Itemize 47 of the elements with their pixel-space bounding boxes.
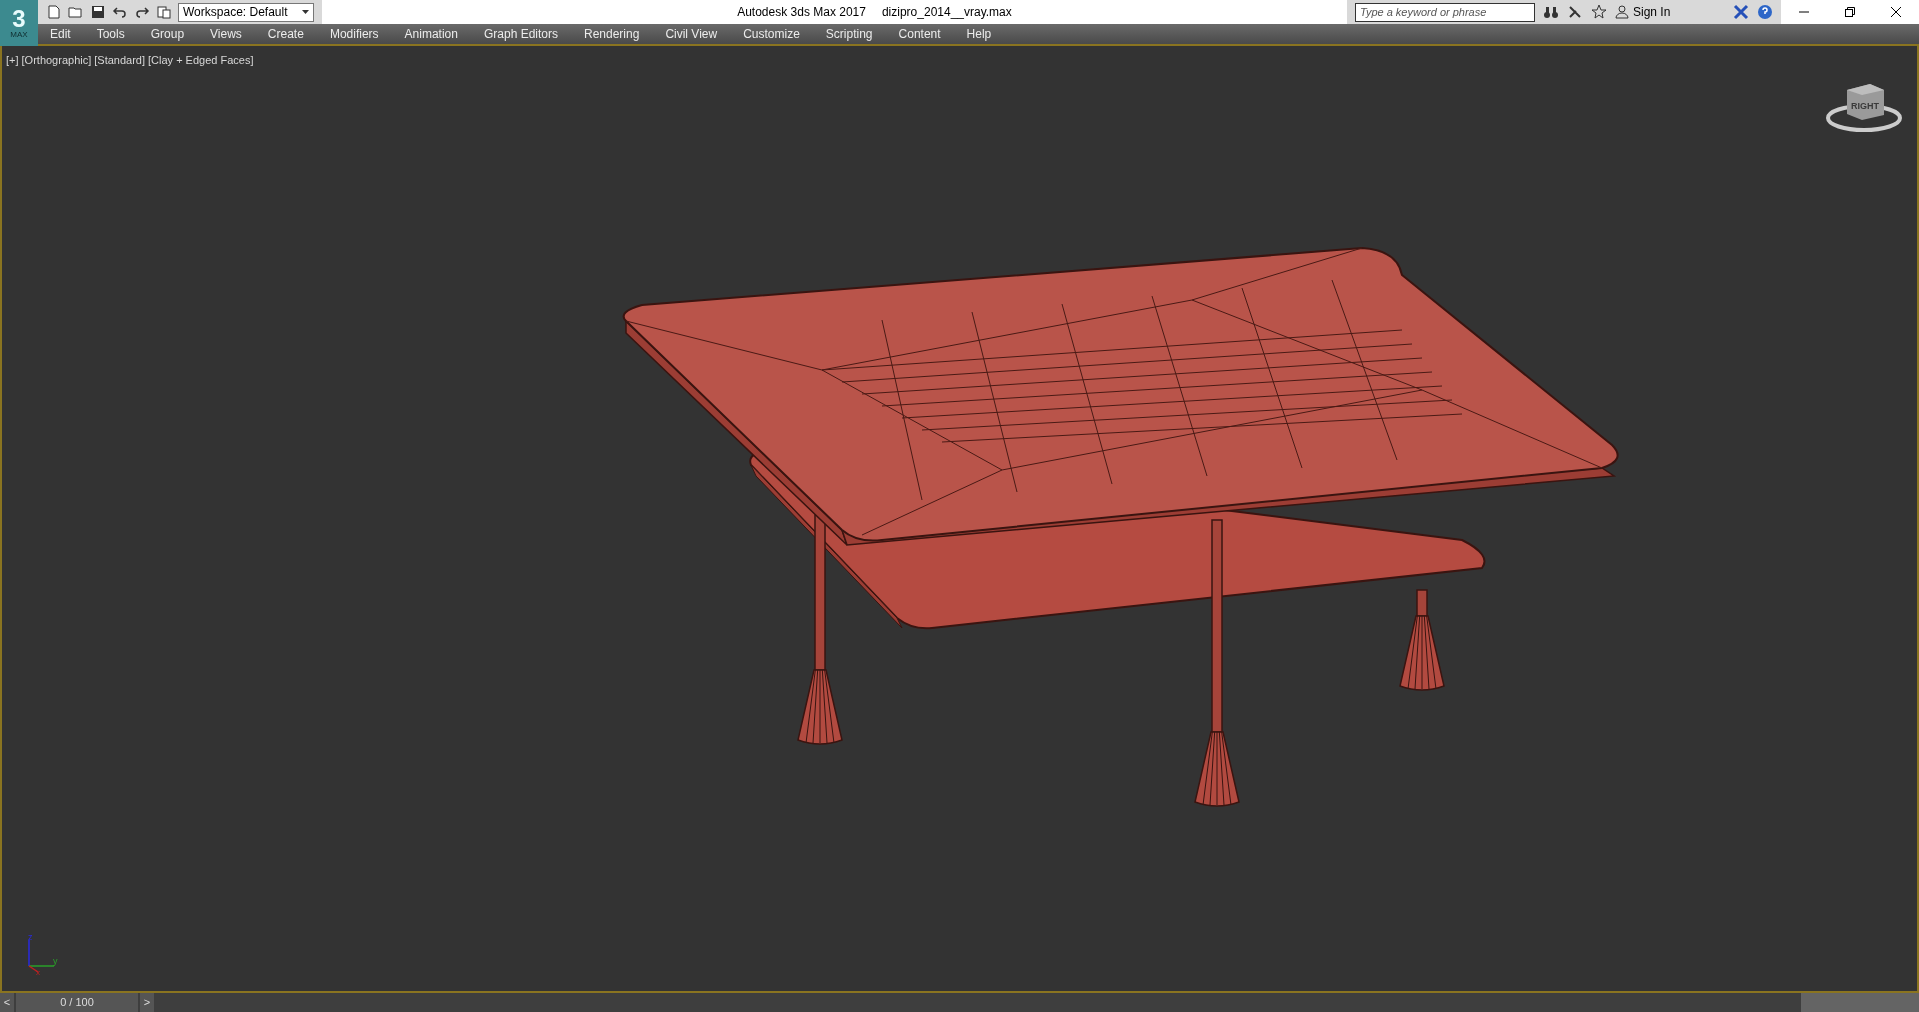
viewport[interactable]: [+] [Orthographic] [Standard] [Clay + Edged Faces] RIGHT z y x [0,46,1919,993]
x-logo-icon[interactable] [1733,4,1749,20]
file-name: dizipro_2014__vray.max [881,4,1012,21]
open-folder-icon[interactable] [68,4,84,20]
user-icon [1615,5,1629,19]
previous-frame-button[interactable]: < [0,993,14,1012]
menu-item[interactable]: Graph Editors [483,25,558,43]
menu-item[interactable]: Rendering [584,25,640,43]
sign-in-button[interactable]: Sign In [1615,3,1725,21]
binoculars-icon[interactable] [1543,4,1559,20]
close-icon [1891,7,1901,17]
menu-item[interactable]: Views [210,25,242,43]
menu-item[interactable]: Help [966,25,992,43]
new-file-icon[interactable] [46,4,62,20]
search-field[interactable]: Type a keyword or phrase [1355,2,1535,22]
restore-icon [1845,7,1855,17]
help-icon[interactable] [1757,4,1773,20]
workspace-dropdown[interactable]: Workspace: Default [178,2,314,22]
viewport-label[interactable]: [+] [6,52,19,69]
menu-item[interactable]: Tools [96,25,125,43]
menu-item[interactable]: Group [150,25,185,43]
menu-item[interactable]: Civil View [665,25,718,43]
menu-item[interactable]: Customize [743,25,800,43]
cube-face-label: RIGHT [1851,101,1879,111]
axis-label: y [53,956,58,966]
menu-item[interactable]: Scripting [825,25,873,43]
save-icon[interactable] [90,4,106,20]
menu-item[interactable]: Animation [404,25,458,43]
menu-item[interactable]: Content [898,25,941,43]
axis-label: z [28,932,33,942]
undo-icon[interactable] [112,4,128,20]
app-title: Autodesk 3ds Max 2017 [737,4,866,21]
axis-label: x [36,968,40,977]
redo-icon[interactable] [134,4,150,20]
time-slider-thumb[interactable]: 0 / 100 [16,993,138,1012]
star-icon[interactable] [1591,4,1607,20]
next-frame-button[interactable]: > [140,993,154,1012]
menu-item[interactable]: Create [267,25,304,43]
viewport-label[interactable]: [Standard] [94,52,145,69]
app-logo[interactable]: 3 MAX [0,0,38,46]
axis-tripod-drawing [28,939,55,973]
project-icon[interactable] [156,4,172,20]
dropdown-caret-icon [302,10,309,14]
viewport-label[interactable]: [Clay + Edged Faces] [148,52,254,69]
menu-item[interactable]: Modifiers [329,25,379,43]
menu-item[interactable]: Edit [50,25,71,43]
viewport-label[interactable]: [Orthographic] [21,52,92,69]
